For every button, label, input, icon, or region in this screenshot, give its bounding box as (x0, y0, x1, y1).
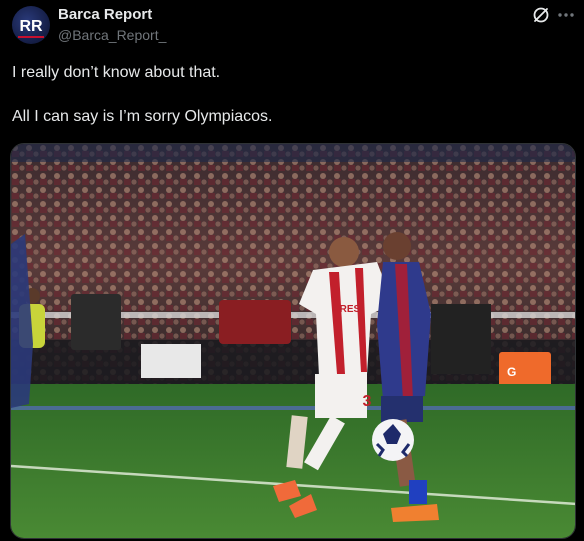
user-handle[interactable]: @Barca_Report_ (58, 26, 166, 44)
avatar[interactable]: RR (12, 6, 50, 44)
tweet-line-1: I really don’t know about that. (12, 64, 221, 81)
tweet-text: I really don’t know about that. All I ca… (12, 62, 572, 128)
svg-text:GRES: GRES (332, 304, 361, 315)
barca-report-logo-icon: RR (18, 18, 44, 38)
more-options-icon[interactable] (556, 6, 576, 24)
dugout-seat (219, 300, 291, 344)
grok-icon[interactable] (532, 6, 550, 24)
svg-text:RR: RR (19, 18, 43, 35)
tweet-photo[interactable]: G GRES 3 (10, 143, 576, 539)
football-match-photo: G GRES 3 (11, 144, 575, 538)
svg-text:G: G (507, 365, 516, 379)
football (372, 419, 414, 461)
equipment-box (141, 344, 201, 378)
tweet-line-2: All I can say is I’m sorry Olympiacos. (12, 108, 273, 125)
tweet: RR Barca Report @Barca_Report_ I really … (0, 0, 584, 541)
display-name[interactable]: Barca Report (58, 6, 166, 24)
author-block: Barca Report @Barca_Report_ (58, 6, 166, 44)
svg-text:3: 3 (363, 393, 372, 410)
